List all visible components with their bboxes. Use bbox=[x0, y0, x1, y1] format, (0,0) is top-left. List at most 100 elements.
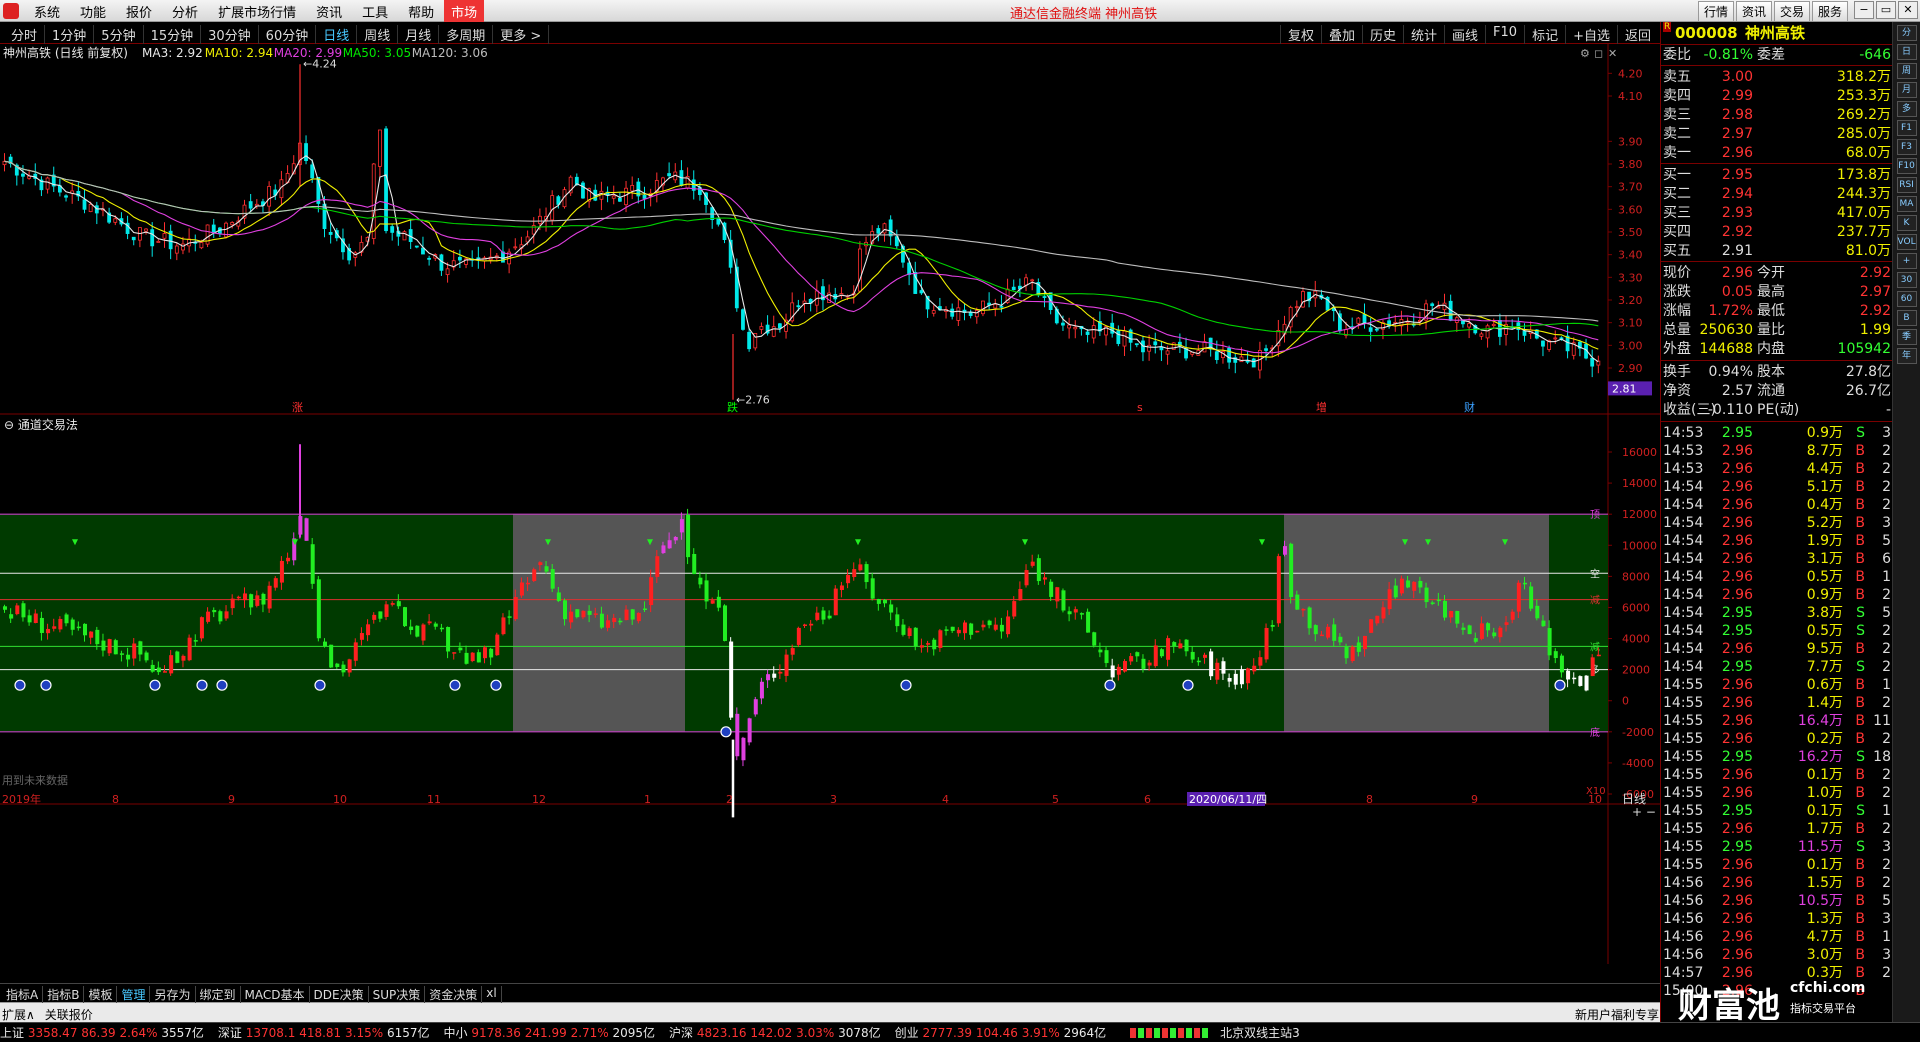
period-tab-4[interactable]: 30分钟 bbox=[201, 25, 259, 44]
side-icon-17[interactable]: 年 bbox=[1896, 348, 1917, 364]
menu-item-7[interactable]: 帮助 bbox=[398, 2, 444, 21]
side-icon-7[interactable]: F10 bbox=[1896, 158, 1917, 174]
chart-tool-6[interactable]: 标记 bbox=[1524, 25, 1565, 44]
period-tab-10[interactable]: 更多 > bbox=[493, 25, 550, 44]
side-icon-6[interactable]: F3 bbox=[1896, 139, 1917, 155]
side-icon-2[interactable]: 周 bbox=[1896, 63, 1917, 79]
side-icon-16[interactable]: 季 bbox=[1896, 329, 1917, 345]
side-icon-8[interactable]: RSI bbox=[1896, 177, 1917, 193]
date-label: 2 bbox=[726, 793, 733, 806]
zoom-controls[interactable]: + − bbox=[1632, 805, 1656, 819]
period-tab-6[interactable]: 日线 bbox=[316, 25, 358, 44]
index-item-2[interactable]: 中小 9178.36 241.99 2.71% 2095亿 bbox=[443, 1024, 655, 1041]
buy-signal-icon bbox=[490, 679, 502, 691]
side-icon-13[interactable]: 30 bbox=[1896, 272, 1917, 288]
indicator-tab-3[interactable]: 管理 bbox=[117, 986, 151, 1003]
indicator-tab-4[interactable]: 另存为 bbox=[150, 986, 196, 1003]
side-icon-11[interactable]: VOL bbox=[1896, 234, 1917, 250]
server-name[interactable]: 北京双线主站3 bbox=[1220, 1024, 1300, 1041]
side-icon-15[interactable]: B bbox=[1896, 310, 1917, 326]
tick-count: 3 bbox=[1882, 515, 1891, 531]
side-icon-10[interactable]: K bbox=[1896, 215, 1917, 231]
menu-item-5[interactable]: 资讯 bbox=[306, 2, 352, 21]
indicator-tick: 2000 bbox=[1622, 664, 1650, 677]
period-tab-5[interactable]: 60分钟 bbox=[259, 25, 317, 44]
kline-chart-area[interactable]: 神州高铁 (日线 前复权) MA3: 2.92 MA10: 2.94 MA20: 2.… bbox=[0, 44, 1660, 964]
indicator-tab-7[interactable]: DDE决策 bbox=[310, 986, 369, 1003]
tick-price: 2.96 bbox=[1721, 677, 1753, 693]
indicator-tab-10[interactable]: xl bbox=[482, 986, 502, 1003]
extend-tab-0[interactable]: 扩展∧ bbox=[2, 1006, 35, 1023]
menu-item-4[interactable]: 扩展市场行情 bbox=[208, 2, 306, 21]
index-price: 4823.16 bbox=[696, 1026, 751, 1040]
price-tick: 3.80 bbox=[1618, 158, 1643, 171]
chart-tool-3[interactable]: 统计 bbox=[1403, 25, 1444, 44]
menu-item-8[interactable]: 市场 bbox=[444, 0, 485, 23]
period-tab-8[interactable]: 月线 bbox=[398, 25, 440, 44]
side-icon-1[interactable]: 日 bbox=[1896, 44, 1917, 60]
indicator-tab-5[interactable]: 绑定到 bbox=[196, 986, 241, 1003]
side-icon-3[interactable]: 月 bbox=[1896, 82, 1917, 98]
extend-tab-1[interactable]: 关联报价 bbox=[45, 1006, 93, 1023]
maximize-icon[interactable]: ▭ bbox=[1876, 1, 1896, 19]
index-item-1[interactable]: 深证 13708.1 418.81 3.15% 6157亿 bbox=[218, 1024, 430, 1041]
stat-label: 现价 bbox=[1663, 265, 1691, 281]
tick-volume: 1.5万 bbox=[1806, 875, 1843, 891]
window-icon[interactable]: ◻ bbox=[1594, 47, 1603, 60]
tick-time: 14:55 bbox=[1663, 749, 1704, 765]
index-item-0[interactable]: 上证 3358.47 86.39 2.64% 3557亿 bbox=[0, 1024, 204, 1041]
side-icon-5[interactable]: F1 bbox=[1896, 120, 1917, 136]
app-window: 系统 功能 报价 分析 扩展市场行情 资讯 工具 帮助 市场 通达信金融终端 神州高铁 行情 资讯… bbox=[0, 0, 1920, 1042]
chart-tool-0[interactable]: 复权 bbox=[1279, 25, 1321, 44]
minimize-icon[interactable]: − bbox=[1854, 1, 1874, 19]
period-tab-3[interactable]: 15分钟 bbox=[144, 25, 202, 44]
period-tab-0[interactable]: 分时 bbox=[4, 25, 46, 44]
side-icon-12[interactable]: + bbox=[1896, 253, 1917, 269]
index-item-4[interactable]: 创业 2777.39 104.46 3.91% 2964亿 bbox=[895, 1024, 1107, 1041]
tick-time: 14:54 bbox=[1663, 587, 1704, 603]
indicator-tab-9[interactable]: 资金决策 bbox=[425, 986, 483, 1003]
period-tab-1[interactable]: 1分钟 bbox=[45, 25, 95, 44]
period-tab-9[interactable]: 多周期 bbox=[439, 25, 494, 44]
menu-item-1[interactable]: 功能 bbox=[70, 2, 116, 21]
marker-0: 涨 bbox=[292, 401, 303, 414]
chart-tool-2[interactable]: 历史 bbox=[1361, 25, 1403, 44]
chart-tool-1[interactable]: 叠加 bbox=[1320, 25, 1362, 44]
top-button-3[interactable]: 服务 bbox=[1811, 1, 1848, 22]
period-tab-7[interactable]: 周线 bbox=[357, 25, 399, 44]
close-icon[interactable]: ✕ bbox=[1608, 47, 1617, 60]
side-icon-9[interactable]: MA bbox=[1896, 196, 1917, 212]
indicator-tab-2[interactable]: 模板 bbox=[84, 986, 118, 1003]
menu-item-6[interactable]: 工具 bbox=[352, 2, 398, 21]
tick-count: 2 bbox=[1882, 623, 1891, 639]
chart-tool-8[interactable]: 返回 bbox=[1616, 25, 1658, 44]
top-button-0[interactable]: 行情 bbox=[1697, 1, 1734, 22]
chart-tool-5[interactable]: F10 bbox=[1485, 25, 1524, 44]
chart-tool-7[interactable]: +自选 bbox=[1565, 25, 1617, 44]
tick-count: 2 bbox=[1882, 659, 1891, 675]
top-button-2[interactable]: 交易 bbox=[1773, 1, 1810, 22]
weicha-label: 委差 bbox=[1757, 47, 1785, 63]
menu-item-3[interactable]: 分析 bbox=[162, 2, 208, 21]
side-icon-0[interactable]: 分 bbox=[1896, 25, 1917, 41]
index-item-3[interactable]: 沪深 4823.16 142.02 3.03% 3078亿 bbox=[669, 1024, 881, 1041]
menu-item-2[interactable]: 报价 bbox=[116, 2, 162, 21]
stock-code: 000008 bbox=[1675, 24, 1738, 42]
indicator-tab-0[interactable]: 指标A bbox=[2, 986, 44, 1003]
indicator-tab-8[interactable]: SUP决策 bbox=[369, 986, 426, 1003]
chart-tool-4[interactable]: 画线 bbox=[1444, 25, 1485, 44]
side-icon-14[interactable]: 60 bbox=[1896, 291, 1917, 307]
top-button-1[interactable]: 资讯 bbox=[1735, 1, 1772, 22]
close-icon[interactable]: ✕ bbox=[1898, 1, 1918, 19]
indicator-tab-1[interactable]: 指标B bbox=[43, 986, 85, 1003]
tick-price: 2.96 bbox=[1721, 479, 1753, 495]
side-icon-4[interactable]: 多 bbox=[1896, 101, 1917, 117]
tick-price: 2.95 bbox=[1721, 425, 1753, 441]
buy-signal-icon bbox=[216, 679, 228, 691]
menu-item-0[interactable]: 系统 bbox=[24, 2, 70, 21]
indicator-tab-6[interactable]: MACD基本 bbox=[241, 986, 310, 1003]
promo-link[interactable]: 新用户福利专享 bbox=[1575, 1006, 1659, 1023]
period-tab-2[interactable]: 5分钟 bbox=[94, 25, 144, 44]
settings-icon[interactable]: ⚙ bbox=[1580, 47, 1590, 60]
signal-bars-icon bbox=[1130, 1027, 1211, 1038]
